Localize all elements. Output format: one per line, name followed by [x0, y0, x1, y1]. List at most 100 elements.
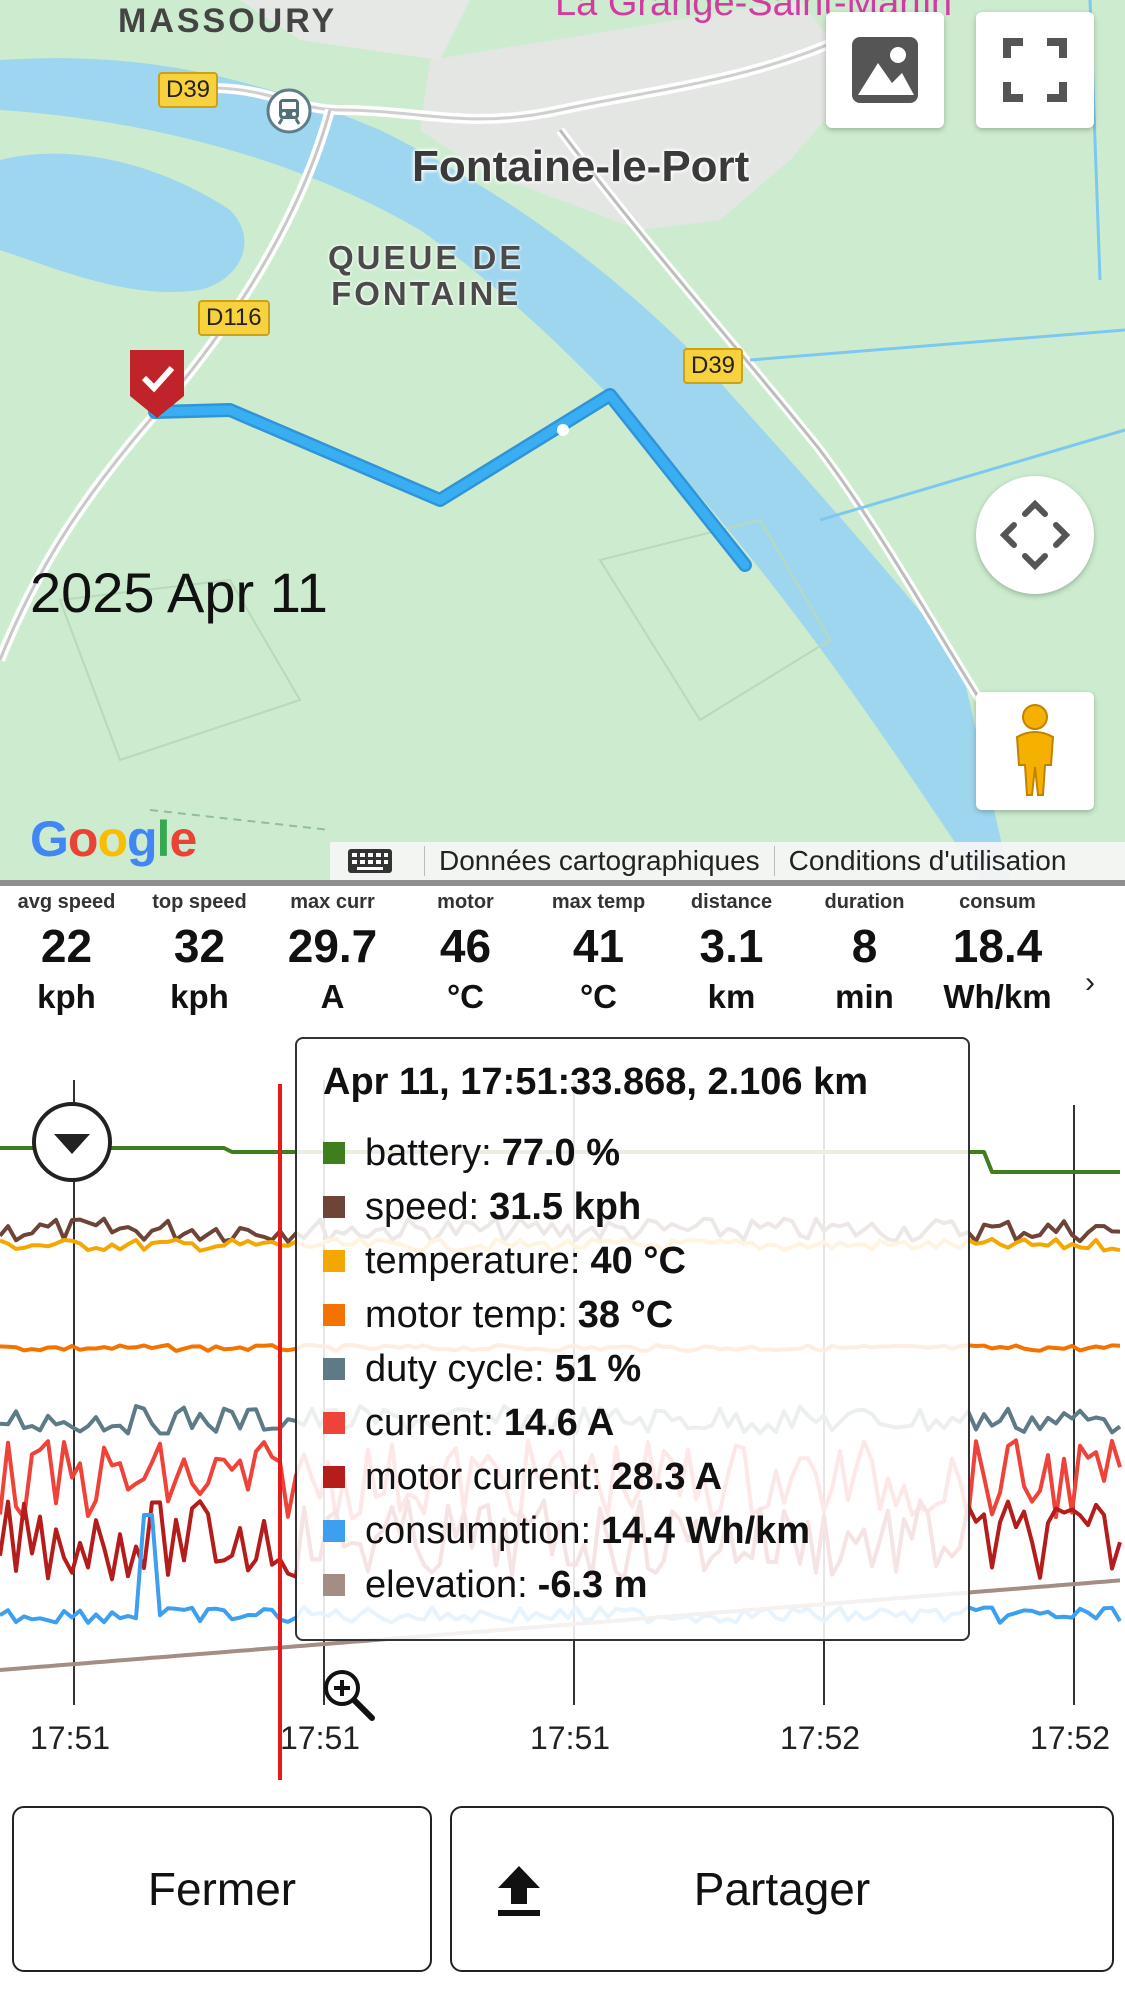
start-marker-icon[interactable]: [128, 348, 186, 420]
legend-swatch: [323, 1520, 345, 1542]
legend-swatch: [323, 1574, 345, 1596]
stat-value: 32: [173, 920, 226, 972]
stat-distance: distance 3.1 km: [665, 890, 798, 1030]
area-label-line2: FONTAINE: [331, 275, 522, 312]
stat-label: consum: [959, 891, 1036, 913]
upload-icon: [498, 1866, 540, 1916]
area-label: QUEUE DE FONTAINE: [328, 240, 524, 312]
zoom-in-button[interactable]: [320, 1666, 378, 1724]
stat-value: 3.1: [699, 920, 764, 972]
train-station-icon[interactable]: [266, 88, 312, 134]
tooltip-row-value: -6.3 m: [537, 1563, 648, 1606]
terms-link[interactable]: Conditions d'utilisation: [789, 845, 1067, 877]
stat-label: avg speed: [17, 891, 116, 913]
close-button[interactable]: Fermer: [12, 1806, 432, 1972]
tooltip-row-name: duty cycle:: [365, 1347, 545, 1390]
image-icon: [852, 37, 918, 103]
tooltip-row-name: consumption:: [365, 1509, 592, 1552]
stat-unit: km: [707, 978, 756, 1015]
tooltip-row-value: 28.3 A: [611, 1455, 723, 1498]
tooltip-row-temperature: temperature: 40 °C: [323, 1234, 942, 1288]
google-letter: e: [169, 811, 197, 867]
legend-swatch: [323, 1142, 345, 1164]
legend-swatch: [323, 1196, 345, 1218]
tooltip-row-value: 38 °C: [577, 1293, 674, 1336]
google-letter: l: [156, 811, 171, 867]
tooltip-row-name: elevation:: [365, 1563, 528, 1606]
road-shield-d116: D116: [198, 300, 270, 336]
chart-tooltip: Apr 11, 17:51:33.868, 2.106 km battery: 7…: [295, 1037, 970, 1641]
map-data-link[interactable]: Données cartographiques: [439, 845, 760, 877]
stat-value: 46: [439, 920, 492, 972]
stat-value: 41: [572, 920, 625, 972]
google-logo: Google: [30, 810, 197, 868]
stats-scroll-right-icon[interactable]: ›: [1085, 966, 1095, 1000]
close-button-label: Fermer: [147, 1863, 297, 1915]
recenter-button[interactable]: [976, 476, 1094, 594]
tooltip-row-name: motor current:: [365, 1455, 602, 1498]
tooltip-row-value: 14.4 Wh/km: [601, 1509, 811, 1552]
tooltip-row-name: battery:: [365, 1131, 492, 1174]
tooltip-row-value: 77.0 %: [501, 1131, 621, 1174]
tooltip-row-name: temperature:: [365, 1239, 581, 1282]
google-letter: o: [67, 811, 99, 867]
tooltip-row-value: 40 °C: [590, 1239, 686, 1282]
divider: [773, 846, 775, 876]
divider: [424, 846, 425, 876]
stat-top-speed: top speed 32 kph: [133, 890, 266, 1030]
tooltip-row-name: motor temp:: [365, 1293, 568, 1336]
google-letter: G: [30, 811, 69, 867]
tooltip-row-speed: speed: 31.5 kph: [323, 1180, 942, 1234]
stat-value: 22: [40, 920, 93, 972]
stat-label: max curr: [290, 891, 375, 913]
stat-motor-temp: motor 46 °C: [399, 890, 532, 1030]
stat-max-temp: max temp 41 °C: [532, 890, 665, 1030]
collapse-chart-button[interactable]: [30, 1100, 114, 1184]
stat-avg-speed: avg speed 22 kph: [0, 890, 133, 1030]
road-shield-d39-east: D39: [683, 348, 744, 384]
tooltip-row-name: current:: [365, 1401, 494, 1444]
stat-label: motor: [437, 891, 494, 913]
map-type-button[interactable]: [826, 12, 944, 128]
legend-swatch: [323, 1466, 345, 1488]
share-button[interactable]: Partager: [450, 1806, 1114, 1972]
legend-swatch: [323, 1304, 345, 1326]
x-tick-label: 17:52: [1030, 1720, 1111, 1756]
stat-unit: Wh/km: [943, 978, 1052, 1015]
stat-duration: duration 8 min: [798, 890, 931, 1030]
map-divider: [0, 880, 1125, 886]
stat-value: 29.7: [287, 920, 378, 972]
x-tick-label: 17:52: [780, 1720, 861, 1756]
tooltip-row-current: current: 14.6 A: [323, 1396, 942, 1450]
stat-consumption: consum 18.4 Wh/km: [931, 890, 1064, 1030]
tooltip-row-duty-cycle: duty cycle: 51 %: [323, 1342, 942, 1396]
legend-swatch: [323, 1358, 345, 1380]
map-date-label: 2025 Apr 11: [30, 561, 328, 624]
stat-unit: °C: [446, 978, 485, 1015]
google-letter: o: [97, 811, 128, 867]
legend-swatch: [323, 1412, 345, 1434]
share-button-label: Partager: [693, 1863, 871, 1915]
map-base: [0, 0, 1125, 880]
route-map[interactable]: MASSOURY La Grange-Saint-Martin Fontaine…: [0, 0, 1125, 880]
fullscreen-icon: [1003, 38, 1067, 102]
street-view-button[interactable]: [976, 692, 1094, 810]
stat-label: top speed: [152, 891, 247, 913]
fullscreen-button[interactable]: [976, 12, 1094, 128]
stat-label: max temp: [551, 891, 646, 913]
tooltip-row-name: speed:: [365, 1185, 480, 1228]
legend-swatch: [323, 1250, 345, 1272]
road-shield-d39-west: D39: [158, 72, 219, 108]
google-letter: g: [127, 811, 158, 867]
chart-cursor-line[interactable]: [278, 1084, 282, 1780]
tooltip-row-motor-current: motor current: 28.3 A: [323, 1450, 942, 1504]
x-tick-label: 17:51: [30, 1720, 111, 1756]
tooltip-row-consumption: consumption: 14.4 Wh/km: [323, 1504, 942, 1558]
ride-stats-bar[interactable]: avg speed 22 kph top speed 32 kph max cu…: [0, 890, 1125, 1030]
move-arrows-icon: [999, 499, 1071, 571]
keyboard-shortcuts-button[interactable]: [330, 848, 410, 874]
place-label-massoury: MASSOURY: [118, 2, 338, 40]
tooltip-row-value: 51 %: [554, 1347, 642, 1390]
stat-label: duration: [824, 891, 905, 913]
pegman-icon: [1015, 704, 1055, 796]
